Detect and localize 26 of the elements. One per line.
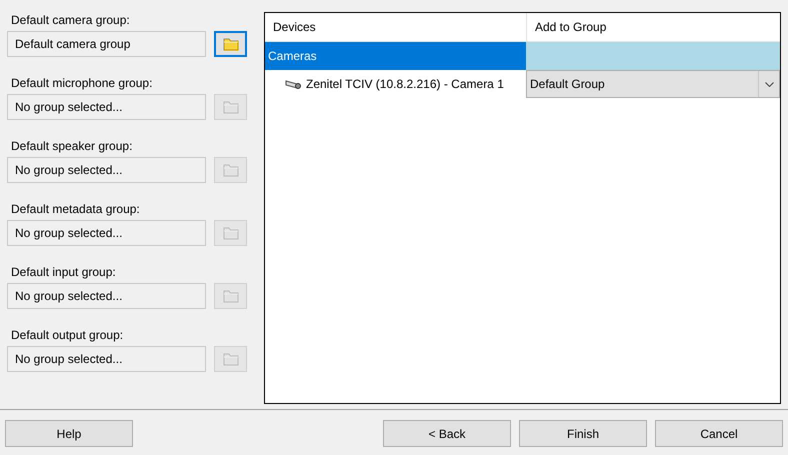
column-header[interactable]: Add to Group	[526, 13, 780, 41]
chevron-down-icon	[764, 82, 774, 86]
camera-icon	[285, 79, 302, 89]
field-label: Default camera group:	[10, 12, 131, 29]
dialog-button[interactable]: Cancel	[655, 420, 783, 447]
field-label: Default speaker group:	[10, 138, 134, 155]
folder-icon	[222, 352, 238, 366]
folder-icon	[222, 289, 238, 303]
field-label: Default metadata group:	[10, 201, 141, 218]
dialog-button[interactable]: Help	[5, 420, 133, 447]
field-label: Default input group:	[10, 264, 117, 281]
device-name[interactable]: Zenitel TCIV (10.8.2.216) - Camera 1	[306, 77, 504, 91]
group-dropdown[interactable]: Default Group	[526, 70, 780, 98]
category-row[interactable]: Cameras	[265, 42, 526, 70]
dialog-button[interactable]: Finish	[519, 420, 647, 447]
browse-button[interactable]	[214, 31, 247, 57]
folder-icon	[222, 37, 238, 51]
field-label: Default output group:	[10, 327, 124, 344]
group-field[interactable]: Default camera group	[7, 31, 206, 57]
folder-icon	[222, 226, 238, 240]
folder-icon	[222, 163, 238, 177]
folder-icon	[222, 100, 238, 114]
dialog-button[interactable]: < Back	[383, 420, 511, 447]
field-label: Default microphone group:	[10, 75, 154, 92]
column-header[interactable]: Devices	[265, 13, 526, 41]
group-cell[interactable]	[526, 42, 780, 70]
